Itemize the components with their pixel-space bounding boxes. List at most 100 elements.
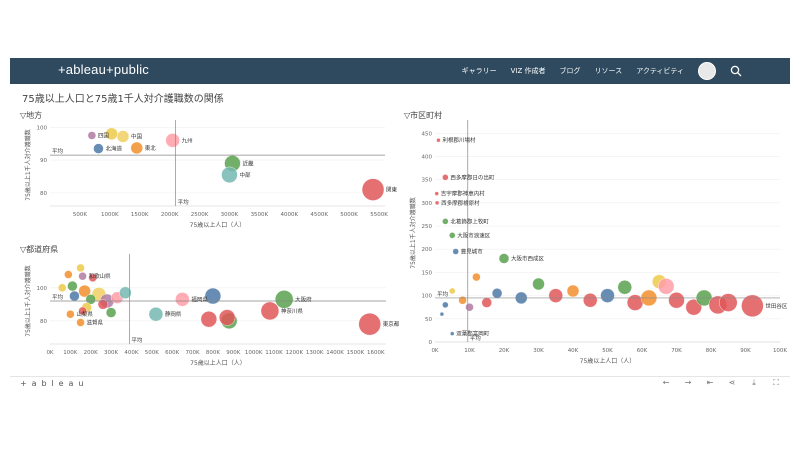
bubble[interactable] [491, 288, 503, 299]
y-tick-label: 300 [422, 201, 433, 207]
bubble[interactable] [566, 284, 580, 298]
scatter-charts: 8090100500K 1000K 1500K 2000K 2500K 3000K 3500… [24, 120, 788, 367]
bubble[interactable] [436, 138, 441, 143]
undo-icon[interactable]: ← [660, 378, 672, 388]
bubble-label: 福岡県 [191, 295, 208, 303]
x-tick-label: 20K [499, 348, 510, 354]
bubble[interactable] [66, 310, 75, 319]
bubble[interactable] [116, 130, 130, 143]
bubble[interactable] [657, 278, 675, 295]
reference-label-x: 平均 [131, 336, 143, 344]
bubble[interactable] [165, 133, 180, 148]
reference-label-x: 平均 [178, 198, 190, 206]
bubble[interactable] [458, 296, 467, 305]
bubble[interactable] [532, 277, 545, 291]
bubble[interactable] [200, 310, 218, 328]
bubble-label: 吉宇摩郡神恵内村 [441, 190, 486, 198]
chart-2: 0 50 100 150 200 250 300 350 400 450 0K 10K 20K 30K 40… [409, 120, 788, 365]
bubble[interactable] [600, 288, 615, 303]
bubble[interactable] [452, 248, 459, 255]
bubble[interactable] [434, 200, 440, 206]
bubble-label: 中部 [239, 171, 251, 179]
bubble[interactable] [105, 307, 117, 318]
bubble[interactable] [439, 311, 445, 317]
bubble[interactable] [450, 331, 455, 336]
bubble[interactable] [442, 218, 449, 225]
bubble[interactable] [274, 290, 294, 309]
x-tick-label: 2000K [161, 212, 179, 218]
bubble[interactable] [358, 312, 381, 336]
x-tick-label: 600K [165, 350, 179, 356]
x-tick-label: 800K [206, 350, 220, 356]
bubble[interactable] [442, 174, 449, 181]
x-tick-label: 1100K [265, 350, 283, 356]
bubble-label: 北海道 [105, 145, 122, 153]
x-tick-label: 60K [637, 348, 648, 354]
bubble[interactable] [130, 141, 143, 155]
bubble[interactable] [64, 270, 73, 279]
bubble-label: 豊見城市 [461, 248, 484, 256]
bubble[interactable] [434, 191, 439, 196]
x-tick-label: 30K [533, 348, 544, 354]
bubble[interactable] [465, 303, 474, 312]
x-tick-label: 80K [706, 348, 717, 354]
x-tick-label: 1300K [306, 350, 324, 356]
tableau-public-logo[interactable]: +ableau+public [58, 62, 149, 77]
bubble[interactable] [175, 292, 190, 307]
x-tick-label: 0K [431, 348, 438, 354]
bubble[interactable] [626, 294, 644, 311]
tableau-footer-logo[interactable]: + a b l e a u [20, 379, 85, 388]
bubble[interactable] [260, 301, 280, 321]
fullscreen-icon[interactable]: ⛶ [770, 378, 782, 388]
bubble[interactable] [498, 253, 510, 264]
x-tick-label: 40K [568, 348, 579, 354]
nav-activity[interactable]: アクティビティ [636, 66, 684, 76]
bubble[interactable] [617, 280, 632, 295]
bubble[interactable] [221, 166, 238, 184]
x-tick-label: 10K [464, 348, 475, 354]
share-icon[interactable]: ⋖ [726, 378, 738, 388]
bubble[interactable] [148, 307, 164, 322]
bubble[interactable] [218, 309, 236, 326]
y-tick-label: 90 [40, 158, 47, 164]
bubble[interactable] [76, 318, 85, 327]
y-tick-label: 250 [422, 224, 433, 230]
bubble[interactable] [67, 280, 78, 292]
bubble[interactable] [58, 283, 67, 292]
bubble[interactable] [78, 271, 87, 281]
avatar[interactable] [698, 62, 716, 80]
bubble[interactable] [93, 143, 104, 154]
x-tick-label: 1000K [101, 212, 119, 218]
x-tick-label: 1600K [367, 350, 385, 356]
nav-resources[interactable]: リソース [595, 66, 623, 76]
revert-icon[interactable]: ⇤ [704, 378, 716, 388]
search-icon[interactable] [730, 65, 742, 77]
bubble[interactable] [449, 287, 456, 295]
bubble-label: 神奈川県 [281, 307, 304, 315]
bubble[interactable] [548, 288, 563, 303]
bubble[interactable] [361, 178, 385, 201]
dashboard: 75歳以上人口と75歳1千人対介護職数の関係 ▽地方 ▽都道府県 ▽市区町村 8… [10, 84, 790, 376]
bubble-label: 大阪市西成区 [511, 255, 545, 263]
x-tick-label: 5000K [340, 212, 358, 218]
bubble[interactable] [583, 293, 598, 308]
x-axis-title: 75歳以上人口（人） [190, 221, 246, 229]
nav-blog[interactable]: ブログ [560, 66, 581, 76]
bubble[interactable] [442, 301, 449, 309]
download-icon[interactable]: ⤓ [748, 378, 760, 388]
bubble[interactable] [481, 297, 492, 308]
nav-viz-creators[interactable]: VIZ 作成者 [511, 66, 546, 76]
x-tick-label: 1200K [286, 350, 304, 356]
bubble[interactable] [87, 131, 97, 140]
bubble[interactable] [449, 232, 456, 239]
bubble[interactable] [69, 290, 80, 302]
bubble[interactable] [472, 272, 481, 282]
bubble-label: 静岡県 [165, 310, 182, 318]
y-tick-label: 50 [425, 317, 432, 323]
bubble[interactable] [668, 292, 685, 309]
x-tick-label: 3500K [251, 212, 269, 218]
redo-icon[interactable]: → [682, 378, 694, 388]
bubble[interactable] [76, 263, 85, 273]
nav-gallery[interactable]: ギャラリー [462, 66, 497, 76]
bubble[interactable] [719, 293, 738, 312]
